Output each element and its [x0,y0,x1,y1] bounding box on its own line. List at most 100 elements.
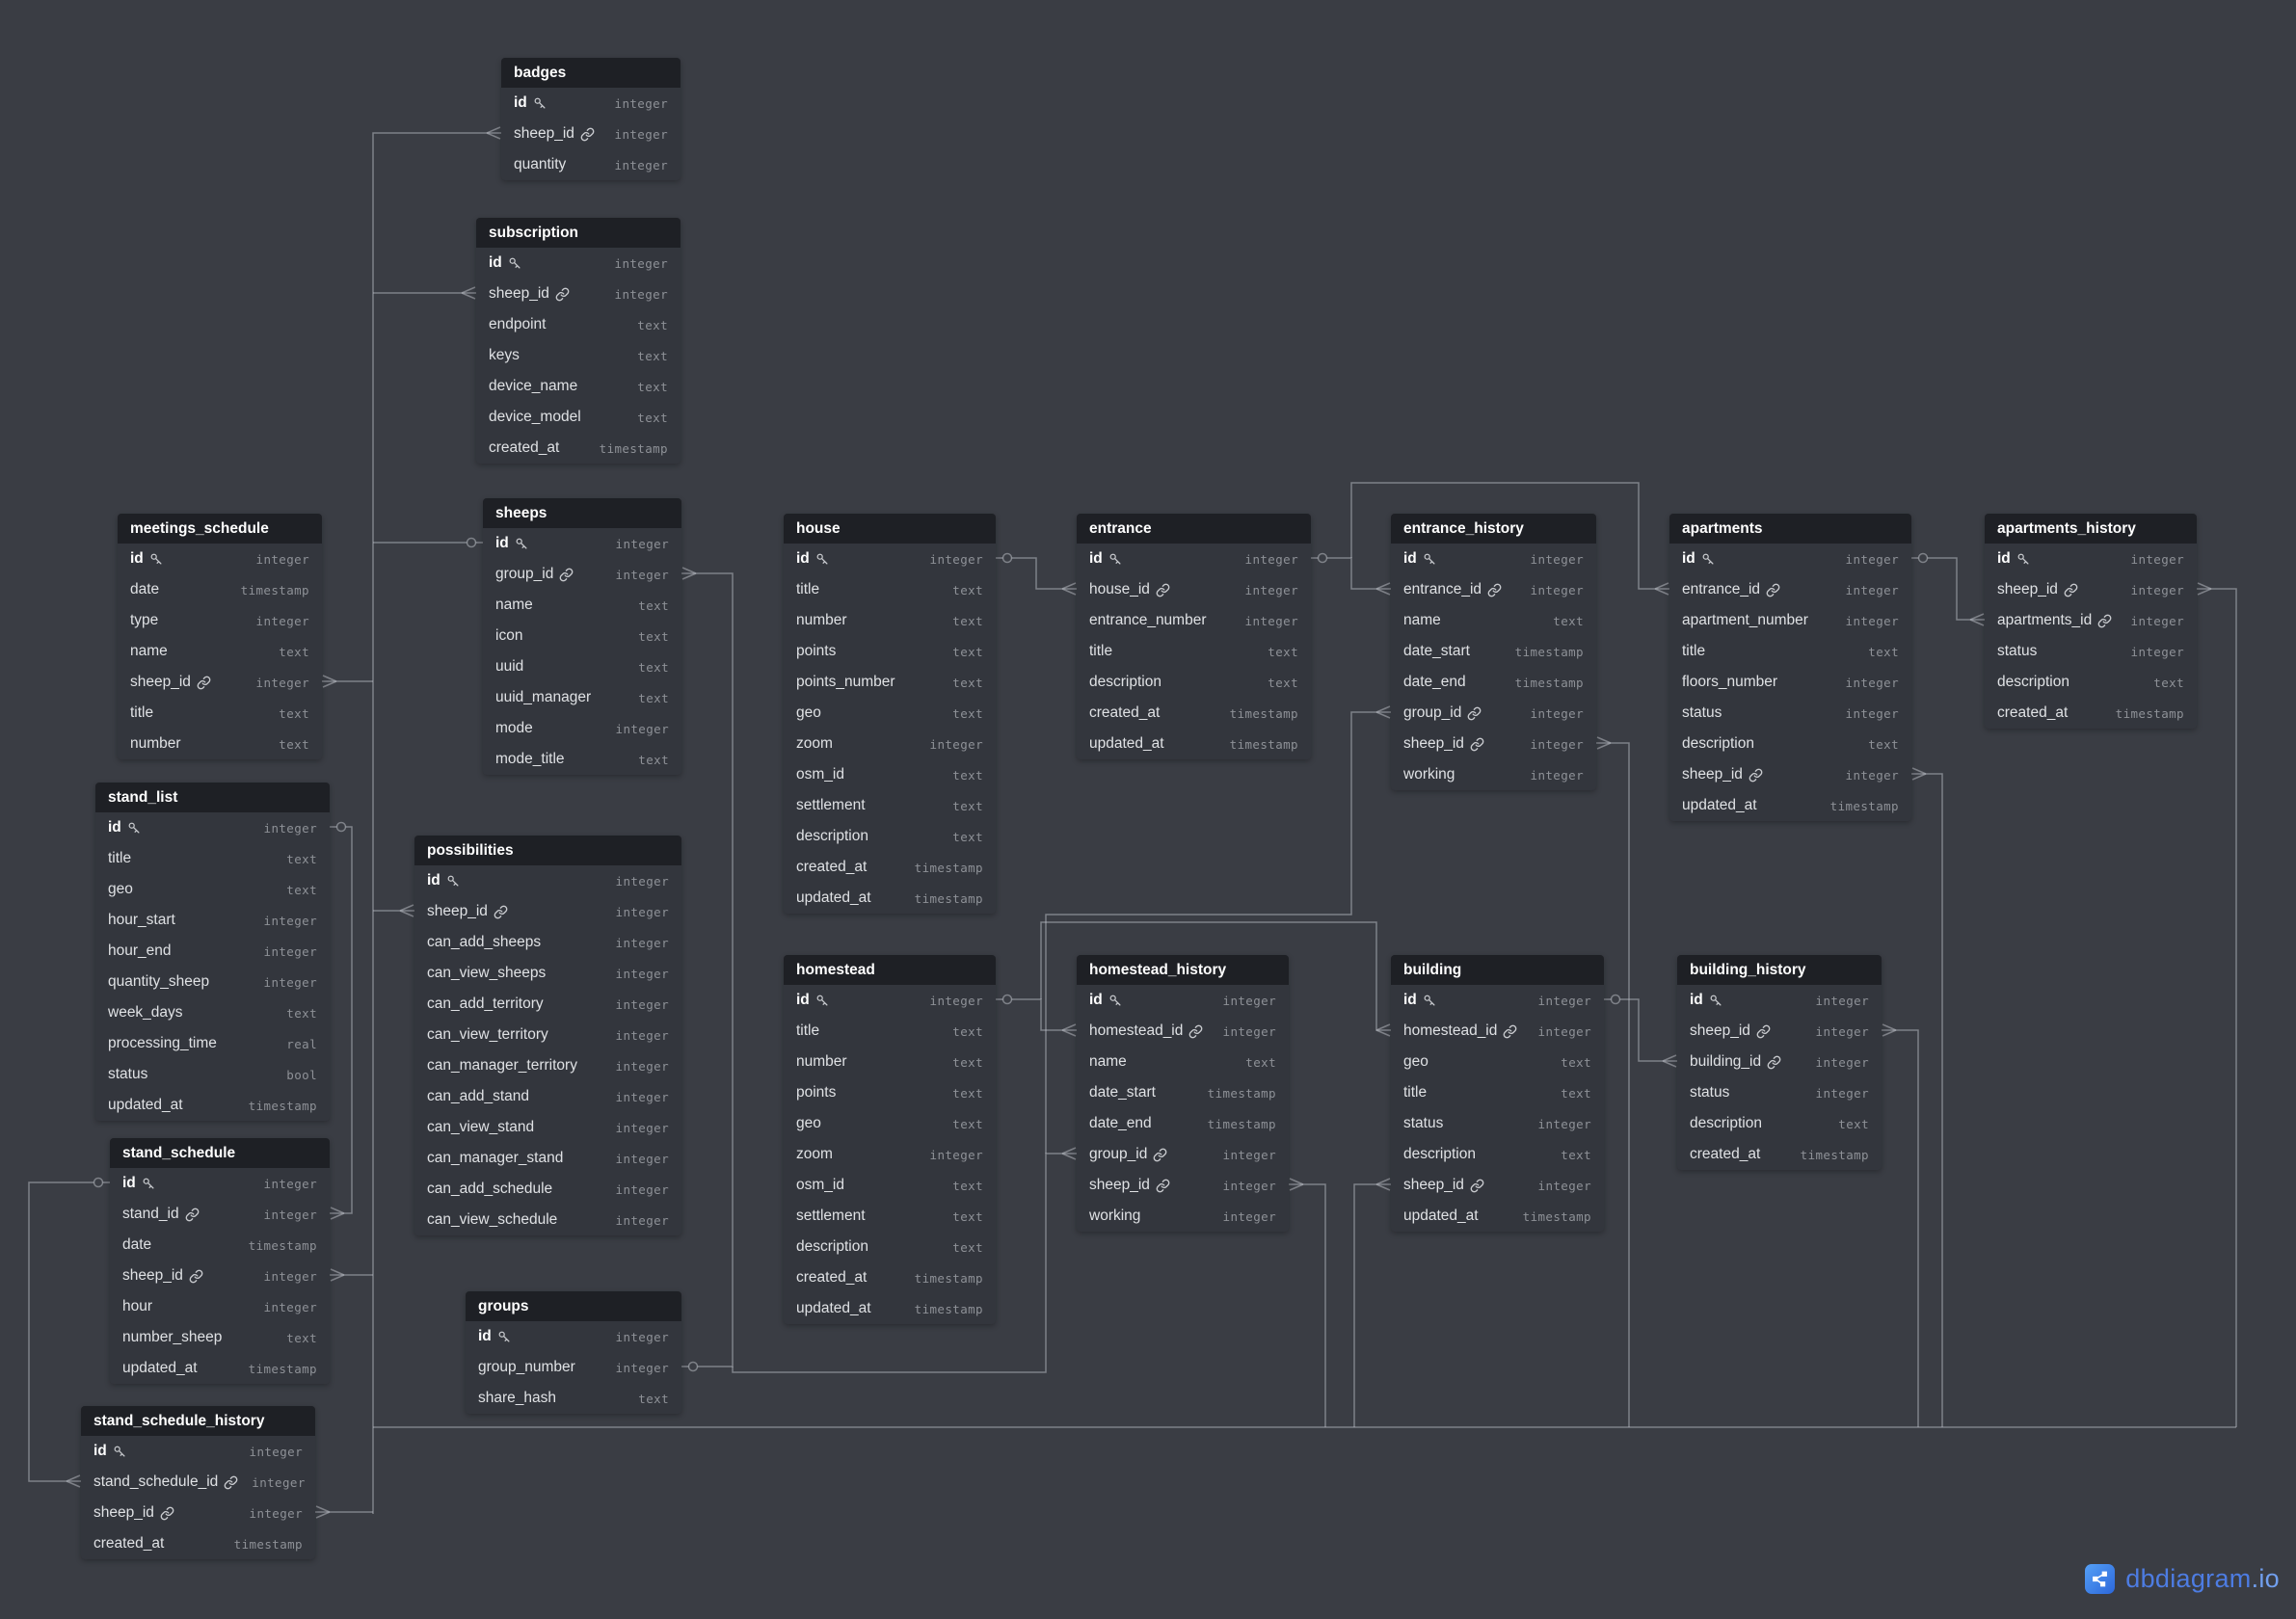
field-row-apartments-title[interactable]: title text [1669,636,1911,667]
table-header[interactable]: apartments_history [1985,514,2197,544]
field-row-apartments-sheep_id[interactable]: sheep_id integer [1669,759,1911,790]
field-row-house-geo[interactable]: geo text [784,698,996,729]
field-row-meetings_schedule-number[interactable]: number text [118,729,322,759]
table-building[interactable]: building id integer homestead_id integer… [1391,955,1604,1232]
field-row-homestead_history-id[interactable]: id integer [1077,985,1289,1016]
field-row-apartments_history-created_at[interactable]: created_at timestamp [1985,698,2197,729]
field-row-apartments-entrance_id[interactable]: entrance_id integer [1669,574,1911,605]
table-homestead_history[interactable]: homestead_history id integer homestead_i… [1077,955,1289,1232]
field-row-entrance-house_id[interactable]: house_id integer [1077,574,1311,605]
field-row-sheeps-group_id[interactable]: group_id integer [483,559,681,590]
field-row-apartments_history-sheep_id[interactable]: sheep_id integer [1985,574,2197,605]
field-row-house-created_at[interactable]: created_at timestamp [784,852,996,883]
field-row-stand_list-status[interactable]: status bool [95,1059,330,1090]
table-header[interactable]: groups [466,1291,681,1321]
table-entrance[interactable]: entrance id integer house_id integer ent… [1077,514,1311,759]
field-row-possibilities-id[interactable]: id integer [414,865,681,896]
field-row-building-sheep_id[interactable]: sheep_id integer [1391,1170,1604,1201]
field-row-house-title[interactable]: title text [784,574,996,605]
field-row-stand_schedule-hour[interactable]: hour integer [110,1291,330,1322]
table-header[interactable]: stand_schedule_history [81,1406,315,1436]
table-apartments[interactable]: apartments id integer entrance_id intege… [1669,514,1911,821]
field-row-building-geo[interactable]: geo text [1391,1047,1604,1077]
field-row-homestead-settlement[interactable]: settlement text [784,1201,996,1232]
field-row-building_history-description[interactable]: description text [1677,1108,1882,1139]
field-row-stand_list-title[interactable]: title text [95,843,330,874]
field-row-building-updated_at[interactable]: updated_at timestamp [1391,1201,1604,1232]
table-house[interactable]: house id integer title text number text … [784,514,996,914]
field-row-subscription-device_model[interactable]: device_model text [476,402,681,433]
field-row-possibilities-can_add_stand[interactable]: can_add_stand integer [414,1081,681,1112]
field-row-homestead-zoom[interactable]: zoom integer [784,1139,996,1170]
field-row-house-id[interactable]: id integer [784,544,996,574]
field-row-entrance-created_at[interactable]: created_at timestamp [1077,698,1311,729]
field-row-house-description[interactable]: description text [784,821,996,852]
table-entrance_history[interactable]: entrance_history id integer entrance_id … [1391,514,1596,790]
table-header[interactable]: entrance_history [1391,514,1596,544]
table-header[interactable]: badges [501,58,681,88]
field-row-stand_schedule-sheep_id[interactable]: sheep_id integer [110,1261,330,1291]
table-header[interactable]: homestead_history [1077,955,1289,985]
field-row-homestead-osm_id[interactable]: osm_id text [784,1170,996,1201]
field-row-homestead_history-sheep_id[interactable]: sheep_id integer [1077,1170,1289,1201]
field-row-sheeps-name[interactable]: name text [483,590,681,621]
field-row-sheeps-uuid[interactable]: uuid text [483,651,681,682]
field-row-sheeps-uuid_manager[interactable]: uuid_manager text [483,682,681,713]
field-row-stand_schedule_history-sheep_id[interactable]: sheep_id integer [81,1498,315,1528]
diagram-canvas[interactable]: badges id integer sheep_id integer quant… [0,0,2296,1619]
field-row-apartments-id[interactable]: id integer [1669,544,1911,574]
field-row-apartments_history-description[interactable]: description text [1985,667,2197,698]
field-row-possibilities-can_add_territory[interactable]: can_add_territory integer [414,989,681,1020]
table-apartments_history[interactable]: apartments_history id integer sheep_id i… [1985,514,2197,729]
table-homestead[interactable]: homestead id integer title text number t… [784,955,996,1324]
field-row-building-id[interactable]: id integer [1391,985,1604,1016]
field-row-stand_schedule-id[interactable]: id integer [110,1168,330,1199]
field-row-groups-share_hash[interactable]: share_hash text [466,1383,681,1414]
field-row-meetings_schedule-type[interactable]: type integer [118,605,322,636]
field-row-building-homestead_id[interactable]: homestead_id integer [1391,1016,1604,1047]
field-row-building_history-id[interactable]: id integer [1677,985,1882,1016]
field-row-house-settlement[interactable]: settlement text [784,790,996,821]
field-row-homestead_history-name[interactable]: name text [1077,1047,1289,1077]
field-row-stand_schedule_history-stand_schedule_id[interactable]: stand_schedule_id integer [81,1467,315,1498]
table-header[interactable]: entrance [1077,514,1311,544]
table-header[interactable]: subscription [476,218,681,248]
table-groups[interactable]: groups id integer group_number integer s… [466,1291,681,1414]
field-row-apartments-updated_at[interactable]: updated_at timestamp [1669,790,1911,821]
table-header[interactable]: stand_schedule [110,1138,330,1168]
field-row-stand_list-hour_start[interactable]: hour_start integer [95,905,330,936]
table-header[interactable]: building [1391,955,1604,985]
field-row-subscription-id[interactable]: id integer [476,248,681,279]
field-row-building-status[interactable]: status integer [1391,1108,1604,1139]
field-row-groups-group_number[interactable]: group_number integer [466,1352,681,1383]
field-row-entrance-id[interactable]: id integer [1077,544,1311,574]
field-row-building_history-status[interactable]: status integer [1677,1077,1882,1108]
field-row-sheeps-mode_title[interactable]: mode_title text [483,744,681,775]
field-row-homestead_history-date_end[interactable]: date_end timestamp [1077,1108,1289,1139]
field-row-entrance-title[interactable]: title text [1077,636,1311,667]
table-header[interactable]: homestead [784,955,996,985]
field-row-stand_list-id[interactable]: id integer [95,812,330,843]
field-row-building_history-building_id[interactable]: building_id integer [1677,1047,1882,1077]
table-sheeps[interactable]: sheeps id integer group_id integer name … [483,498,681,775]
table-stand_schedule_history[interactable]: stand_schedule_history id integer stand_… [81,1406,315,1559]
field-row-stand_schedule-updated_at[interactable]: updated_at timestamp [110,1353,330,1384]
table-stand_list[interactable]: stand_list id integer title text geo tex… [95,783,330,1121]
field-row-building_history-created_at[interactable]: created_at timestamp [1677,1139,1882,1170]
field-row-meetings_schedule-name[interactable]: name text [118,636,322,667]
field-row-homestead_history-working[interactable]: working integer [1077,1201,1289,1232]
field-row-subscription-created_at[interactable]: created_at timestamp [476,433,681,464]
field-row-homestead_history-homestead_id[interactable]: homestead_id integer [1077,1016,1289,1047]
table-header[interactable]: apartments [1669,514,1911,544]
table-header[interactable]: sheeps [483,498,681,528]
field-row-building-title[interactable]: title text [1391,1077,1604,1108]
field-row-stand_schedule-number_sheep[interactable]: number_sheep text [110,1322,330,1353]
field-row-homestead_history-group_id[interactable]: group_id integer [1077,1139,1289,1170]
table-building_history[interactable]: building_history id integer sheep_id int… [1677,955,1882,1170]
field-row-apartments_history-status[interactable]: status integer [1985,636,2197,667]
field-row-groups-id[interactable]: id integer [466,1321,681,1352]
field-row-entrance_history-group_id[interactable]: group_id integer [1391,698,1596,729]
field-row-sheeps-icon[interactable]: icon text [483,621,681,651]
field-row-possibilities-can_view_sheeps[interactable]: can_view_sheeps integer [414,958,681,989]
table-header[interactable]: building_history [1677,955,1882,985]
